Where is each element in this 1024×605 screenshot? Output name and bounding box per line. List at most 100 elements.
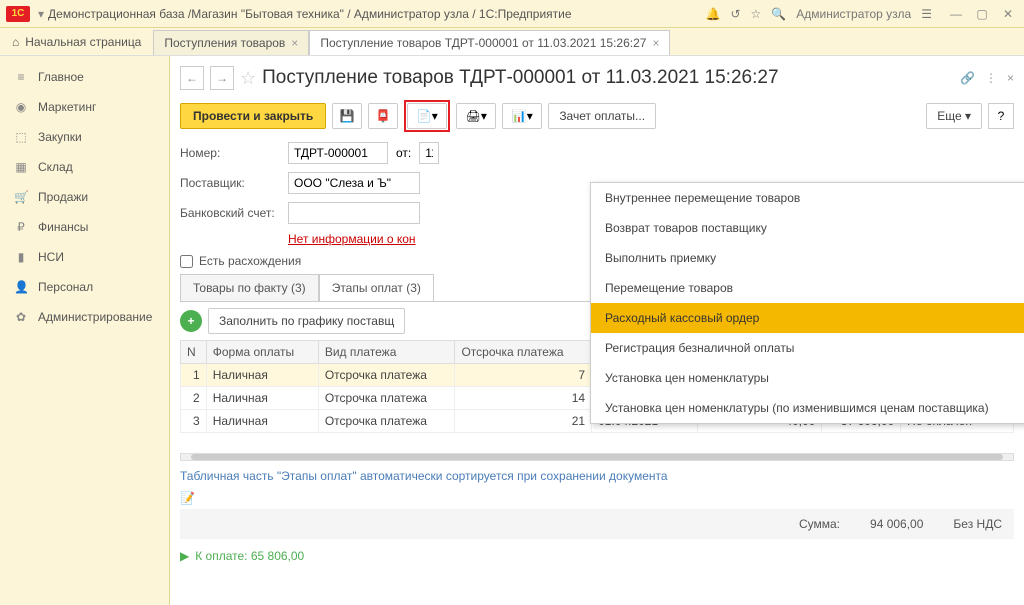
search-icon[interactable]: 🔍: [771, 7, 786, 21]
report-button[interactable]: 📊▾: [502, 103, 542, 129]
sidebar-item[interactable]: 🛒Продажи: [0, 182, 169, 212]
titlebar: 1C ▾ Демонстрационная база /Магазин "Быт…: [0, 0, 1024, 28]
home-tab[interactable]: ⌂ Начальная страница: [0, 28, 153, 55]
settings-icon[interactable]: ☰: [921, 7, 932, 21]
close-icon[interactable]: ×: [291, 36, 298, 50]
title-dropdown-icon[interactable]: ▾: [38, 7, 44, 21]
add-row-button[interactable]: +: [180, 310, 202, 332]
close-icon[interactable]: ×: [652, 36, 659, 50]
column-header[interactable]: Вид платежа: [318, 341, 455, 364]
tab-receipts[interactable]: Поступления товаров ×: [153, 30, 309, 55]
fill-by-schedule-button[interactable]: Заполнить по графику поставщ: [208, 308, 405, 334]
menu-item[interactable]: Расходный кассовый ордер: [591, 303, 1024, 333]
column-header[interactable]: N: [181, 341, 207, 364]
sidebar-label: Администрирование: [38, 310, 152, 324]
number-field[interactable]: [288, 142, 388, 164]
number-label: Номер:: [180, 146, 280, 160]
menu-item[interactable]: Внутреннее перемещение товаров: [591, 183, 1024, 213]
sidebar: ≡ Главное ◉ Маркетинг ⬚ Закупки ▦ Склад 🛒Продажи…: [0, 56, 170, 605]
favorite-star-icon[interactable]: ☆: [240, 68, 256, 89]
home-label: Начальная страница: [25, 35, 141, 49]
sidebar-icon: ⬚: [14, 130, 28, 144]
sidebar-label: Главное: [38, 70, 84, 84]
from-label: от:: [396, 146, 411, 160]
more-vert-icon[interactable]: ⋮: [985, 71, 997, 85]
sidebar-label: Закупки: [38, 130, 82, 144]
link-icon[interactable]: 🔗: [960, 71, 975, 85]
sum-label: Сумма:: [799, 517, 840, 531]
user-label[interactable]: Администратор узла: [796, 7, 911, 21]
tab-payment-stages[interactable]: Этапы оплат (3): [319, 274, 434, 301]
note-icon[interactable]: 📝: [180, 491, 195, 505]
offset-payment-button[interactable]: Зачет оплаты...: [548, 103, 656, 129]
supplier-label: Поставщик:: [180, 176, 280, 190]
main-toolbar: Провести и закрыть 💾 📮 📄▾ 🖨▾ 📊▾ Зачет оп…: [180, 100, 1014, 132]
create-based-on-menu: Внутреннее перемещение товаровВозврат то…: [590, 182, 1024, 424]
create-based-on-button[interactable]: 📄▾: [407, 103, 447, 129]
nds-label: Без НДС: [953, 517, 1002, 531]
date-field[interactable]: [419, 142, 439, 164]
menu-item[interactable]: Перемещение товаров: [591, 273, 1024, 303]
tab-document[interactable]: Поступление товаров ТДРТ-000001 от 11.03…: [309, 30, 670, 55]
tabbar: ⌂ Начальная страница Поступления товаров…: [0, 28, 1024, 56]
content: ← → ☆ Поступление товаров ТДРТ-000001 от…: [170, 56, 1024, 605]
discrepancies-checkbox[interactable]: [180, 255, 193, 268]
sidebar-icon: ✿: [14, 310, 28, 324]
sum-value: 94 006,00: [870, 517, 923, 531]
bank-account-field[interactable]: [288, 202, 420, 224]
horizontal-scrollbar[interactable]: [180, 453, 1014, 461]
close-doc-button[interactable]: ×: [1007, 71, 1014, 85]
title-tools: 🔔 ↺ ☆ 🔍 Администратор узла ☰: [706, 7, 932, 21]
sidebar-item[interactable]: ◉ Маркетинг: [0, 92, 169, 122]
bell-icon[interactable]: 🔔: [706, 7, 721, 21]
app-title: Демонстрационная база /Магазин "Бытовая …: [48, 7, 706, 21]
sidebar-icon: ₽: [14, 220, 28, 234]
forward-button[interactable]: →: [210, 66, 234, 90]
sidebar-icon: 👤: [14, 280, 28, 294]
column-header[interactable]: Отсрочка платежа: [455, 341, 592, 364]
menu-item[interactable]: Возврат товаров поставщику: [591, 213, 1024, 243]
star-icon[interactable]: ☆: [751, 7, 762, 21]
sort-note: Табличная часть "Этапы оплат" автоматиче…: [180, 469, 1014, 483]
column-header[interactable]: Форма оплаты: [206, 341, 318, 364]
sidebar-label: Склад: [38, 160, 73, 174]
post-and-close-button[interactable]: Провести и закрыть: [180, 103, 326, 129]
back-button[interactable]: ←: [180, 66, 204, 90]
sidebar-icon: ▦: [14, 160, 28, 174]
sidebar-label: Финансы: [38, 220, 88, 234]
post-button[interactable]: 📮: [368, 103, 398, 129]
sidebar-item[interactable]: ▮НСИ: [0, 242, 169, 272]
to-pay-link[interactable]: ▶К оплате: 65 806,00: [180, 549, 1014, 563]
sidebar-label: НСИ: [38, 250, 64, 264]
minimize-button[interactable]: —: [946, 6, 966, 22]
tab-label: Поступления товаров: [164, 36, 285, 50]
sidebar-icon: ≡: [14, 70, 28, 84]
sidebar-label: Маркетинг: [38, 100, 96, 114]
sidebar-label: Продажи: [38, 190, 88, 204]
sidebar-icon: ◉: [14, 100, 28, 114]
more-button[interactable]: Еще ▾: [926, 103, 982, 129]
contact-warning-link[interactable]: Нет информации о кон: [288, 232, 416, 246]
save-button[interactable]: 💾: [332, 103, 362, 129]
print-button[interactable]: 🖨▾: [456, 103, 496, 129]
menu-item[interactable]: Установка цен номенклатуры: [591, 363, 1024, 393]
tab-goods[interactable]: Товары по факту (3): [180, 274, 319, 301]
menu-item[interactable]: Установка цен номенклатуры (по изменивши…: [591, 393, 1024, 423]
sidebar-item[interactable]: ✿ Администрирование: [0, 302, 169, 332]
menu-item[interactable]: Регистрация безналичной оплаты: [591, 333, 1024, 363]
document-title: Поступление товаров ТДРТ-000001 от 11.03…: [262, 67, 954, 89]
sidebar-item[interactable]: 👤 Персонал: [0, 272, 169, 302]
tab-label: Поступление товаров ТДРТ-000001 от 11.03…: [320, 36, 646, 50]
supplier-field[interactable]: [288, 172, 420, 194]
sidebar-item[interactable]: ₽ Финансы: [0, 212, 169, 242]
close-window-button[interactable]: ✕: [998, 6, 1018, 22]
history-icon[interactable]: ↺: [730, 7, 740, 21]
bank-account-label: Банковский счет:: [180, 206, 280, 220]
sidebar-item[interactable]: ⬚ Закупки: [0, 122, 169, 152]
menu-item[interactable]: Выполнить приемку: [591, 243, 1024, 273]
sidebar-item[interactable]: ≡ Главное: [0, 62, 169, 92]
maximize-button[interactable]: ▢: [972, 6, 992, 22]
help-button[interactable]: ?: [988, 103, 1014, 129]
sidebar-label: Персонал: [38, 280, 93, 294]
sidebar-item[interactable]: ▦ Склад: [0, 152, 169, 182]
